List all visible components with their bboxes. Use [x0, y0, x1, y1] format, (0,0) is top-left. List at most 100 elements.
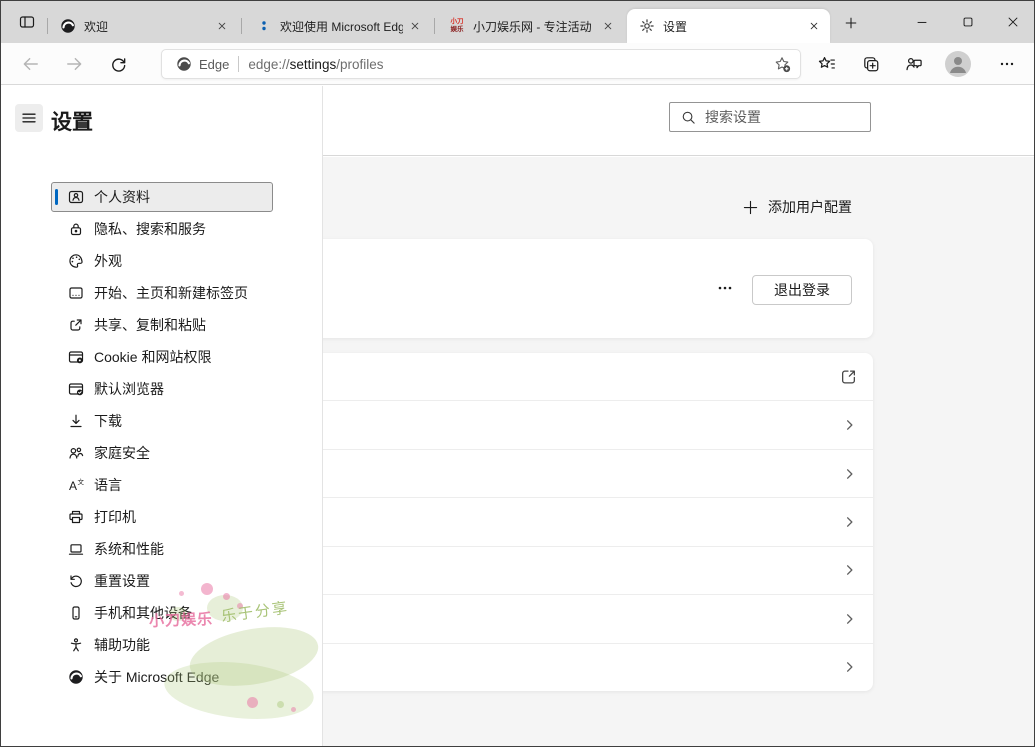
tab-welcome[interactable]: 欢迎 [48, 9, 238, 43]
palette-icon [68, 253, 84, 269]
tab-xiaodao[interactable]: 小刀 娱乐 小刀娱乐网 - 专注活动 [437, 9, 624, 43]
tab-actions-icon [19, 14, 35, 30]
close-icon [1006, 15, 1020, 29]
minimize-icon [915, 15, 929, 29]
svg-text:A: A [69, 479, 77, 493]
settings-search-box[interactable] [669, 102, 871, 132]
sign-out-button[interactable]: 退出登录 [752, 275, 852, 305]
sidebar-item-share-copy-paste[interactable]: 共享、复制和粘贴 [51, 310, 273, 340]
gear-icon [639, 18, 655, 34]
more-dots-icon [718, 286, 732, 290]
sidebar-item-start-home[interactable]: 开始、主页和新建标签页 [51, 278, 273, 308]
settings-row[interactable] [291, 450, 873, 499]
settings-row[interactable] [291, 644, 873, 691]
printer-icon [68, 509, 84, 525]
download-icon [68, 413, 84, 429]
profile-card: 退出登录 [291, 239, 873, 338]
favorites-button[interactable] [811, 48, 843, 80]
url-bar[interactable]: Edge edge://settings/profiles [161, 49, 801, 79]
sidebar-item-cookies-permissions[interactable]: Cookie 和网站权限 [51, 342, 273, 372]
maximize-button[interactable] [945, 1, 990, 43]
tab-separator [434, 18, 435, 34]
accessibility-icon [68, 637, 84, 653]
search-icon [682, 111, 695, 124]
more-options-button[interactable] [991, 48, 1023, 80]
sidebar-item-label: 默认浏览器 [94, 381, 164, 397]
settings-row[interactable] [291, 498, 873, 547]
window-gear-icon [68, 349, 84, 365]
close-tab-icon[interactable] [600, 18, 616, 34]
sidebar-item-default-browser[interactable]: 默认浏览器 [51, 374, 273, 404]
tab-title: 小刀娱乐网 - 专注活动 [473, 19, 592, 34]
sidebar-item-privacy[interactable]: 隐私、搜索和服务 [51, 214, 273, 244]
sidebar-item-label: 关于 Microsoft Edge [94, 669, 220, 685]
external-link-icon [840, 368, 857, 385]
sidebar-item-label: 家庭安全 [94, 445, 150, 461]
share-icon [68, 317, 84, 333]
add-favorite-button[interactable] [770, 52, 794, 76]
sidebar-item-profiles[interactable]: 个人资料 [51, 182, 273, 212]
search-input[interactable] [705, 109, 855, 125]
settings-row[interactable] [291, 401, 873, 450]
url-divider [238, 56, 240, 72]
url-emphasis: settings [289, 56, 337, 72]
hamburger-icon [22, 113, 36, 123]
tab-actions-button[interactable] [13, 8, 41, 36]
close-tab-icon[interactable] [214, 18, 230, 34]
url-suffix: /profiles [336, 56, 384, 72]
close-tab-icon[interactable] [806, 18, 822, 34]
tab-separator [241, 18, 242, 34]
edge-logo-icon [176, 56, 192, 72]
chevron-right-icon [842, 514, 857, 529]
sidebar-item-label: 隐私、搜索和服务 [94, 221, 206, 237]
xiaodao-favicon: 小刀 娱乐 [449, 18, 465, 34]
sidebar-item-label: 下载 [94, 413, 122, 429]
profile-more-button[interactable] [716, 279, 734, 297]
sidebar-item-about-edge[interactable]: 关于 Microsoft Edge [51, 662, 273, 692]
collections-icon [862, 55, 880, 73]
sidebar-item-reset-settings[interactable]: 重置设置 [51, 566, 273, 596]
refresh-button[interactable] [102, 48, 134, 80]
sidebar-item-accessibility[interactable]: 辅助功能 [51, 630, 273, 660]
minimize-button[interactable] [899, 1, 944, 43]
close-tab-icon[interactable] [407, 18, 423, 34]
settings-row[interactable] [291, 353, 873, 402]
sidebar-item-printers[interactable]: 打印机 [51, 502, 273, 532]
svg-text:文: 文 [78, 477, 85, 486]
profile-avatar-button[interactable] [942, 48, 974, 80]
add-profile-button[interactable]: 添加用户配置 [743, 193, 852, 221]
forward-button[interactable] [58, 48, 90, 80]
sidebar-item-system-performance[interactable]: 系统和性能 [51, 534, 273, 564]
browser-essentials-button[interactable] [898, 48, 930, 80]
reset-icon [68, 573, 84, 589]
back-button[interactable] [15, 48, 47, 80]
sidebar-item-downloads[interactable]: 下载 [51, 406, 273, 436]
favicon-text-top: 小刀 [450, 18, 464, 25]
family-icon [68, 445, 84, 461]
profile-card-icon [68, 189, 84, 205]
profile-avatar-icon [944, 50, 972, 78]
blue-dots-favicon [256, 18, 272, 34]
page-title: 设置 [51, 111, 93, 134]
close-window-button[interactable] [990, 1, 1034, 43]
sidebar-item-label: 重置设置 [94, 573, 150, 589]
sidebar-item-appearance[interactable]: 外观 [51, 246, 273, 276]
sidebar-item-family-safety[interactable]: 家庭安全 [51, 438, 273, 468]
menu-button[interactable] [15, 104, 43, 132]
settings-row[interactable] [291, 595, 873, 644]
url-text: edge://settings/profiles [248, 57, 383, 72]
sidebar-item-languages[interactable]: A文 语言 [51, 470, 273, 500]
settings-sidebar: 设置 个人资料 隐私、搜索和服务 外观 开始、主页和新建标签页 共享、复制和粘贴… [1, 86, 323, 746]
settings-row[interactable] [291, 547, 873, 596]
tab-settings-active[interactable]: 设置 [627, 9, 830, 43]
plus-icon [844, 16, 858, 30]
new-tab-button[interactable] [838, 10, 864, 36]
sidebar-item-phone-devices[interactable]: 手机和其他设备 [51, 598, 273, 628]
chevron-right-icon [842, 660, 857, 675]
back-arrow-icon [22, 55, 40, 73]
collections-button[interactable] [855, 48, 887, 80]
selection-accent [55, 189, 58, 205]
tab-welcome-edge[interactable]: 欢迎使用 Microsoft Edg [244, 9, 431, 43]
sidebar-item-label: 系统和性能 [94, 541, 164, 557]
favicon-text-bottom: 娱乐 [450, 26, 464, 33]
